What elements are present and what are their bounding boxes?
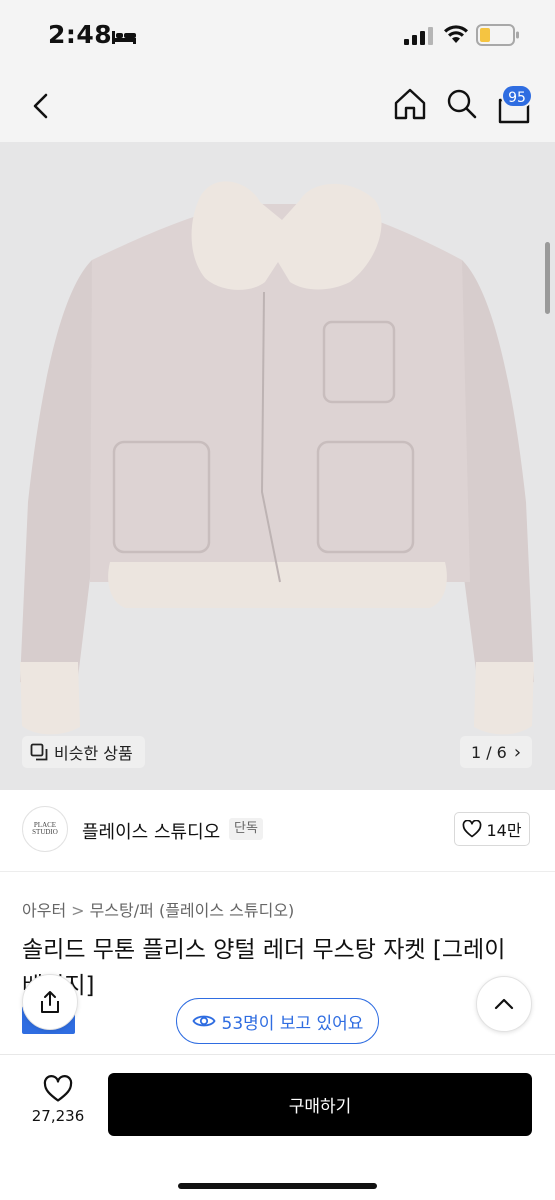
brand-like-button[interactable]: 14만 (454, 812, 530, 846)
heart-icon (43, 1075, 73, 1102)
back-icon (33, 93, 48, 119)
status-bar: 2:48 (0, 0, 555, 70)
product-title: 솔리드 무톤 플리스 양털 레더 무스탕 자켓 [그레이 베이지] (22, 937, 506, 999)
viewers-text: 53명이 보고 있어요 (221, 1013, 364, 1034)
image-counter-label: 1 / 6 (470, 742, 507, 762)
breadcrumb-item[interactable]: 무스탕/퍼 (90, 901, 154, 920)
buy-button[interactable]: 구매하기 (108, 1073, 532, 1136)
battery-icon (476, 24, 519, 46)
brand-name[interactable]: 플레이스 스튜디오 (82, 818, 220, 844)
breadcrumb-item[interactable]: 아우터 (22, 901, 66, 920)
brand-row: PLACE STUDIO 플레이스 스튜디오 단독 14만 (0, 790, 555, 872)
breadcrumb: 아우터 > 무스탕/퍼 (플레이스 스튜디오) (22, 897, 294, 921)
cart-badge: 95 (501, 84, 533, 108)
wish-button[interactable]: 27,236 (20, 1075, 96, 1135)
scroll-top-button[interactable] (476, 976, 532, 1032)
home-button[interactable] (390, 84, 430, 124)
image-counter[interactable]: 1 / 6 › (460, 736, 532, 768)
scroll-indicator (545, 242, 550, 314)
heart-icon (463, 820, 482, 838)
wish-count: 27,236 (31, 1107, 85, 1125)
similar-icon (30, 743, 48, 761)
nav-bar (0, 70, 555, 142)
product-image[interactable] (0, 142, 555, 790)
similar-products-button[interactable]: 비슷한 상품 (22, 736, 145, 768)
chevron-right-icon: › (513, 741, 522, 763)
bottom-bar: 27,236 구매하기 (0, 1054, 555, 1200)
brand-logo[interactable]: PLACE STUDIO (22, 806, 68, 852)
similar-products-label: 비슷한 상품 (54, 744, 133, 763)
breadcrumb-separator: > (71, 901, 85, 920)
share-button[interactable] (22, 974, 78, 1030)
share-icon (41, 991, 59, 1013)
exclusive-tag: 단독 (229, 818, 263, 840)
status-time: 2:48 (48, 20, 113, 49)
breadcrumb-item[interactable]: (플레이스 스튜디오) (159, 901, 294, 920)
home-icon (394, 88, 426, 120)
buy-button-label: 구매하기 (288, 1097, 352, 1117)
search-button[interactable] (442, 84, 482, 124)
back-button[interactable] (22, 86, 62, 126)
eye-icon (191, 1015, 216, 1027)
search-icon (447, 89, 477, 119)
sleep-icon (112, 31, 136, 44)
signal-icon (404, 27, 433, 45)
jacket-image (20, 181, 534, 735)
home-indicator (178, 1183, 377, 1189)
wifi-icon (444, 25, 468, 43)
brand-logo-text: PLACE STUDIO (32, 821, 58, 836)
viewers-pill: 53명이 보고 있어요 (176, 998, 379, 1044)
brand-like-count: 14만 (486, 821, 522, 840)
chevron-up-icon (494, 998, 514, 1010)
